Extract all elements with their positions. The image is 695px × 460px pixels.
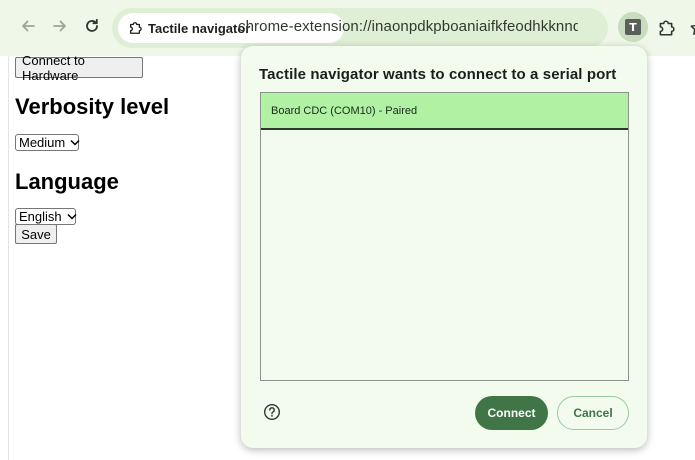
serial-port-label: Board CDC (COM10) - Paired	[271, 104, 418, 117]
arrow-left-icon	[20, 18, 36, 39]
verbosity-select[interactable]: Medium	[15, 134, 80, 151]
help-button[interactable]	[263, 403, 281, 421]
save-button[interactable]: Save	[15, 224, 57, 244]
site-chip-label: Tactile navigator	[148, 20, 251, 36]
serial-port-item[interactable]: Board CDC (COM10) - Paired	[261, 93, 628, 130]
forward-button[interactable]	[42, 10, 78, 46]
page-divider	[8, 56, 9, 460]
dialog-title: Tactile navigator wants to connect to a …	[259, 66, 617, 83]
chevron-down-icon	[70, 139, 80, 146]
bookmark-button[interactable]	[686, 16, 695, 40]
verbosity-select-value: Medium	[19, 135, 66, 150]
reload-icon	[84, 18, 100, 39]
cancel-button[interactable]: Cancel	[557, 396, 629, 430]
connect-to-hardware-button[interactable]: Connect to Hardware	[15, 53, 143, 83]
reload-button[interactable]	[74, 10, 110, 46]
address-bar[interactable]: Tactile navigator chrome-extension://ina…	[112, 8, 695, 48]
verbosity-heading: Verbosity level	[15, 94, 170, 119]
puzzle-piece-icon	[657, 19, 675, 37]
star-icon	[689, 19, 695, 37]
back-button[interactable]	[10, 10, 46, 46]
tactile-navigator-extension-button[interactable]: T	[618, 12, 648, 42]
puzzle-piece-icon	[128, 21, 142, 35]
serial-port-chooser-dialog: Tactile navigator wants to connect to a …	[241, 46, 647, 448]
serial-port-list[interactable]: Board CDC (COM10) - Paired	[260, 92, 629, 381]
connect-button[interactable]: Connect	[475, 396, 548, 430]
extension-badge: T	[625, 19, 641, 35]
language-select-value: English	[19, 209, 62, 224]
language-heading: Language	[15, 169, 119, 194]
arrow-right-icon	[52, 18, 68, 39]
chevron-down-icon	[67, 213, 77, 220]
url-text[interactable]: chrome-extension://inaonpdkpboaniaifkfeo…	[238, 18, 578, 35]
extensions-menu-button[interactable]	[652, 14, 680, 42]
language-select[interactable]: English	[15, 208, 77, 225]
help-icon	[263, 403, 281, 421]
